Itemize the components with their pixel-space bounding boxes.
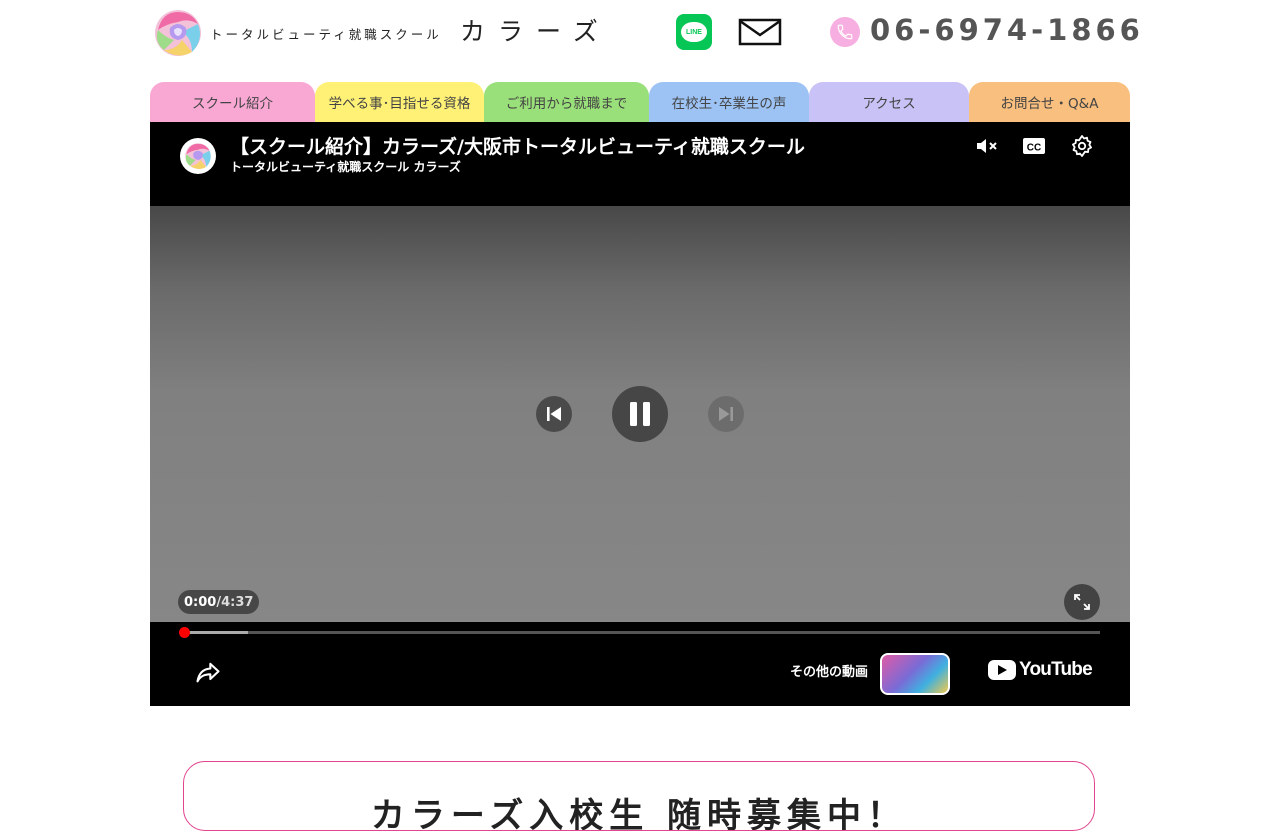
tab-label: ご利用から就職まで — [505, 96, 628, 112]
buffer-bar — [184, 631, 249, 634]
phone-icon — [830, 17, 860, 47]
progress-bar[interactable] — [179, 627, 1100, 638]
video-player[interactable]: 【スクール紹介】カラーズ/大阪市トータルビューティ就職スクール トータルビューテ… — [150, 122, 1130, 706]
recruitment-notice: カラーズ入校生 随時募集中！ — [183, 761, 1095, 831]
more-videos-thumbnail[interactable] — [880, 653, 950, 695]
school-subtitle: トータルビューティ就職スクール — [210, 27, 442, 42]
line-icon: LINE — [681, 22, 707, 42]
pause-button[interactable] — [612, 386, 668, 442]
mail-icon[interactable] — [738, 16, 782, 48]
line-button[interactable]: LINE — [676, 14, 712, 50]
more-videos-label[interactable]: その他の動画 — [790, 661, 868, 680]
captions-icon[interactable]: CC — [1022, 134, 1046, 158]
time-duration: 4:37 — [221, 594, 254, 610]
previous-button[interactable] — [536, 396, 572, 432]
rose-logo-icon — [185, 143, 211, 170]
rose-logo-icon[interactable] — [152, 8, 204, 58]
channel-avatar[interactable] — [180, 138, 216, 174]
youtube-play-icon — [988, 660, 1016, 680]
school-name[interactable]: カラーズ — [460, 12, 611, 48]
main-nav: スクール紹介 学べる事･目指せる資格 ご利用から就職まで 在校生･卒業生の声 ア… — [150, 82, 1130, 122]
video-title-bar: 【スクール紹介】カラーズ/大阪市トータルビューティ就職スクール トータルビューテ… — [150, 122, 1130, 206]
next-button[interactable] — [708, 396, 744, 432]
mute-icon[interactable] — [974, 134, 998, 158]
youtube-wordmark: YouTube — [1019, 659, 1093, 680]
channel-name[interactable]: トータルビューティ就職スクール カラーズ — [230, 158, 461, 175]
youtube-logo[interactable]: YouTube — [988, 658, 1093, 682]
tab-label: スクール紹介 — [192, 96, 273, 112]
scrubber-handle[interactable] — [179, 627, 190, 638]
video-stage[interactable] — [150, 206, 1130, 622]
share-icon[interactable] — [194, 658, 222, 686]
time-display: 0:00 / 4:37 — [178, 590, 260, 614]
phone-number[interactable]: 06-6974-1866 — [870, 13, 1144, 47]
fullscreen-button[interactable] — [1064, 584, 1100, 620]
tab-label: 学べる事･目指せる資格 — [328, 96, 471, 112]
tab-label: 在校生･卒業生の声 — [671, 96, 787, 112]
notice-text: カラーズ入校生 随時募集中！ — [370, 796, 908, 831]
video-title[interactable]: 【スクール紹介】カラーズ/大阪市トータルビューティ就職スクール — [230, 132, 805, 159]
tab-label: アクセス — [862, 96, 916, 112]
fullscreen-icon — [1074, 594, 1090, 610]
tab-contact-qa[interactable]: お問合せ・Q&A — [969, 82, 1130, 122]
settings-gear-icon[interactable] — [1070, 134, 1094, 158]
tab-qualifications[interactable]: 学べる事･目指せる資格 — [315, 82, 484, 122]
tab-until-employment[interactable]: ご利用から就職まで — [484, 82, 649, 122]
skip-previous-icon — [547, 407, 561, 421]
tab-label: お問合せ・Q&A — [1000, 96, 1099, 112]
line-label: LINE — [686, 28, 702, 36]
tab-student-voices[interactable]: 在校生･卒業生の声 — [649, 82, 809, 122]
pause-icon — [630, 402, 650, 426]
tab-access[interactable]: アクセス — [809, 82, 969, 122]
skip-next-icon — [719, 407, 733, 421]
site-header: トータルビューティ就職スクール カラーズ LINE 06-6974-1866 — [0, 0, 1280, 70]
svg-text:CC: CC — [1027, 143, 1041, 154]
time-current: 0:00 — [184, 594, 217, 610]
video-control-bar: その他の動画 YouTube — [150, 622, 1130, 706]
tab-school-intro[interactable]: スクール紹介 — [150, 82, 315, 122]
